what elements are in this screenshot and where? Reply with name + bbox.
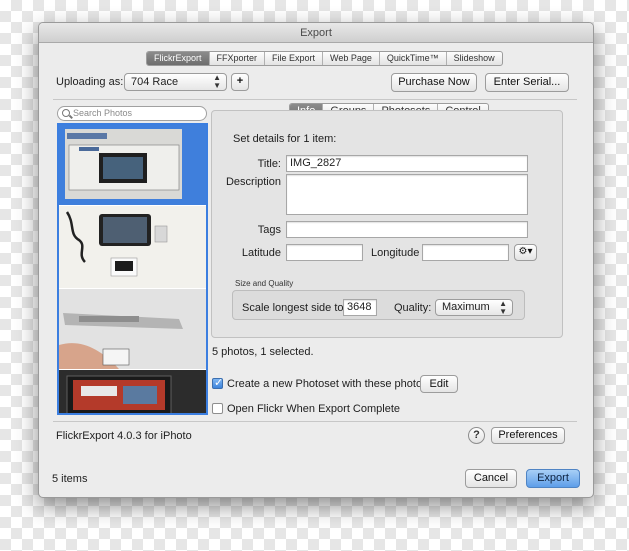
tab-quicktime[interactable]: QuickTime™ xyxy=(378,52,446,65)
add-account-button[interactable]: + xyxy=(231,73,249,91)
create-photoset-checkbox[interactable] xyxy=(212,376,223,389)
search-placeholder: Search Photos xyxy=(73,108,133,118)
open-flickr-label: Open Flickr When Export Complete xyxy=(227,403,401,415)
scale-label: Scale longest side to: xyxy=(242,302,347,314)
longitude-field[interactable] xyxy=(422,244,509,261)
quality-popup[interactable]: Maximum ▲ ▼ xyxy=(435,299,513,316)
tablet-screen-photo xyxy=(59,370,206,413)
ipad-box-photo xyxy=(65,129,182,199)
item-count: 5 items xyxy=(52,473,88,485)
search-field[interactable]: Search Photos xyxy=(57,106,207,121)
open-flickr-checkbox[interactable] xyxy=(212,403,223,414)
description-label: Description xyxy=(225,176,281,188)
tab-flickrexport[interactable]: FlickrExport xyxy=(147,52,209,65)
create-photoset-label: Create a new Photoset with these photos xyxy=(227,378,428,390)
search-icon xyxy=(62,109,70,117)
scale-field[interactable]: 3648 xyxy=(343,299,377,316)
tablet-accessories-photo xyxy=(59,206,206,288)
divider xyxy=(53,421,577,422)
purchase-now-button[interactable]: Purchase Now xyxy=(391,73,477,92)
longitude-label: Longitude xyxy=(371,247,420,259)
popup-arrows-icon: ▲ ▼ xyxy=(499,299,507,316)
help-button[interactable]: ? xyxy=(468,427,485,444)
selection-status: 5 photos, 1 selected. xyxy=(212,346,314,358)
gear-icon: ⚙▾ xyxy=(518,246,533,257)
tab-ffxporter[interactable]: FFXporter xyxy=(208,52,265,65)
quality-value: Maximum xyxy=(442,301,490,313)
photo-thumbnail[interactable] xyxy=(59,370,206,413)
tab-file-export[interactable]: File Export xyxy=(264,52,322,65)
latitude-field[interactable] xyxy=(286,244,363,261)
enter-serial-button[interactable]: Enter Serial... xyxy=(485,73,569,92)
edit-photoset-button[interactable]: Edit xyxy=(420,375,458,393)
plugin-tabs: FlickrExport FFXporter File Export Web P… xyxy=(146,51,503,66)
description-field[interactable] xyxy=(286,174,528,215)
location-action-button[interactable]: ⚙▾ xyxy=(514,244,537,261)
photo-list[interactable] xyxy=(57,123,208,415)
account-value: 704 Race xyxy=(131,76,179,88)
version-label: FlickrExport 4.0.3 for iPhoto xyxy=(56,430,192,442)
latitude-label: Latitude xyxy=(241,247,281,259)
photo-thumbnail[interactable] xyxy=(59,289,206,369)
popup-arrows-icon: ▲ ▼ xyxy=(213,73,221,90)
tab-slideshow[interactable]: Slideshow xyxy=(445,52,502,65)
account-popup[interactable]: 704 Race ▲ ▼ xyxy=(124,73,227,91)
export-button[interactable]: Export xyxy=(526,469,580,488)
title-label: Title: xyxy=(257,158,281,170)
cancel-button[interactable]: Cancel xyxy=(465,469,517,488)
preferences-button[interactable]: Preferences xyxy=(491,427,565,444)
size-quality-label: Size and Quality xyxy=(235,279,294,288)
photo-thumbnail[interactable] xyxy=(59,206,206,288)
tags-label: Tags xyxy=(257,224,281,236)
uploading-as-label: Uploading as: xyxy=(56,76,124,88)
tab-web-page[interactable]: Web Page xyxy=(322,52,379,65)
photo-thumbnail-selected[interactable] xyxy=(59,125,206,205)
title-field[interactable]: IMG_2827 xyxy=(286,155,528,172)
divider xyxy=(53,99,577,100)
tags-field[interactable] xyxy=(286,221,528,238)
export-dialog: Export FlickrExport FFXporter File Expor… xyxy=(38,22,594,498)
details-heading: Set details for 1 item: xyxy=(233,133,337,145)
tablet-side-photo xyxy=(59,289,206,369)
quality-label: Quality: xyxy=(394,302,432,314)
window-title: Export xyxy=(39,23,593,43)
